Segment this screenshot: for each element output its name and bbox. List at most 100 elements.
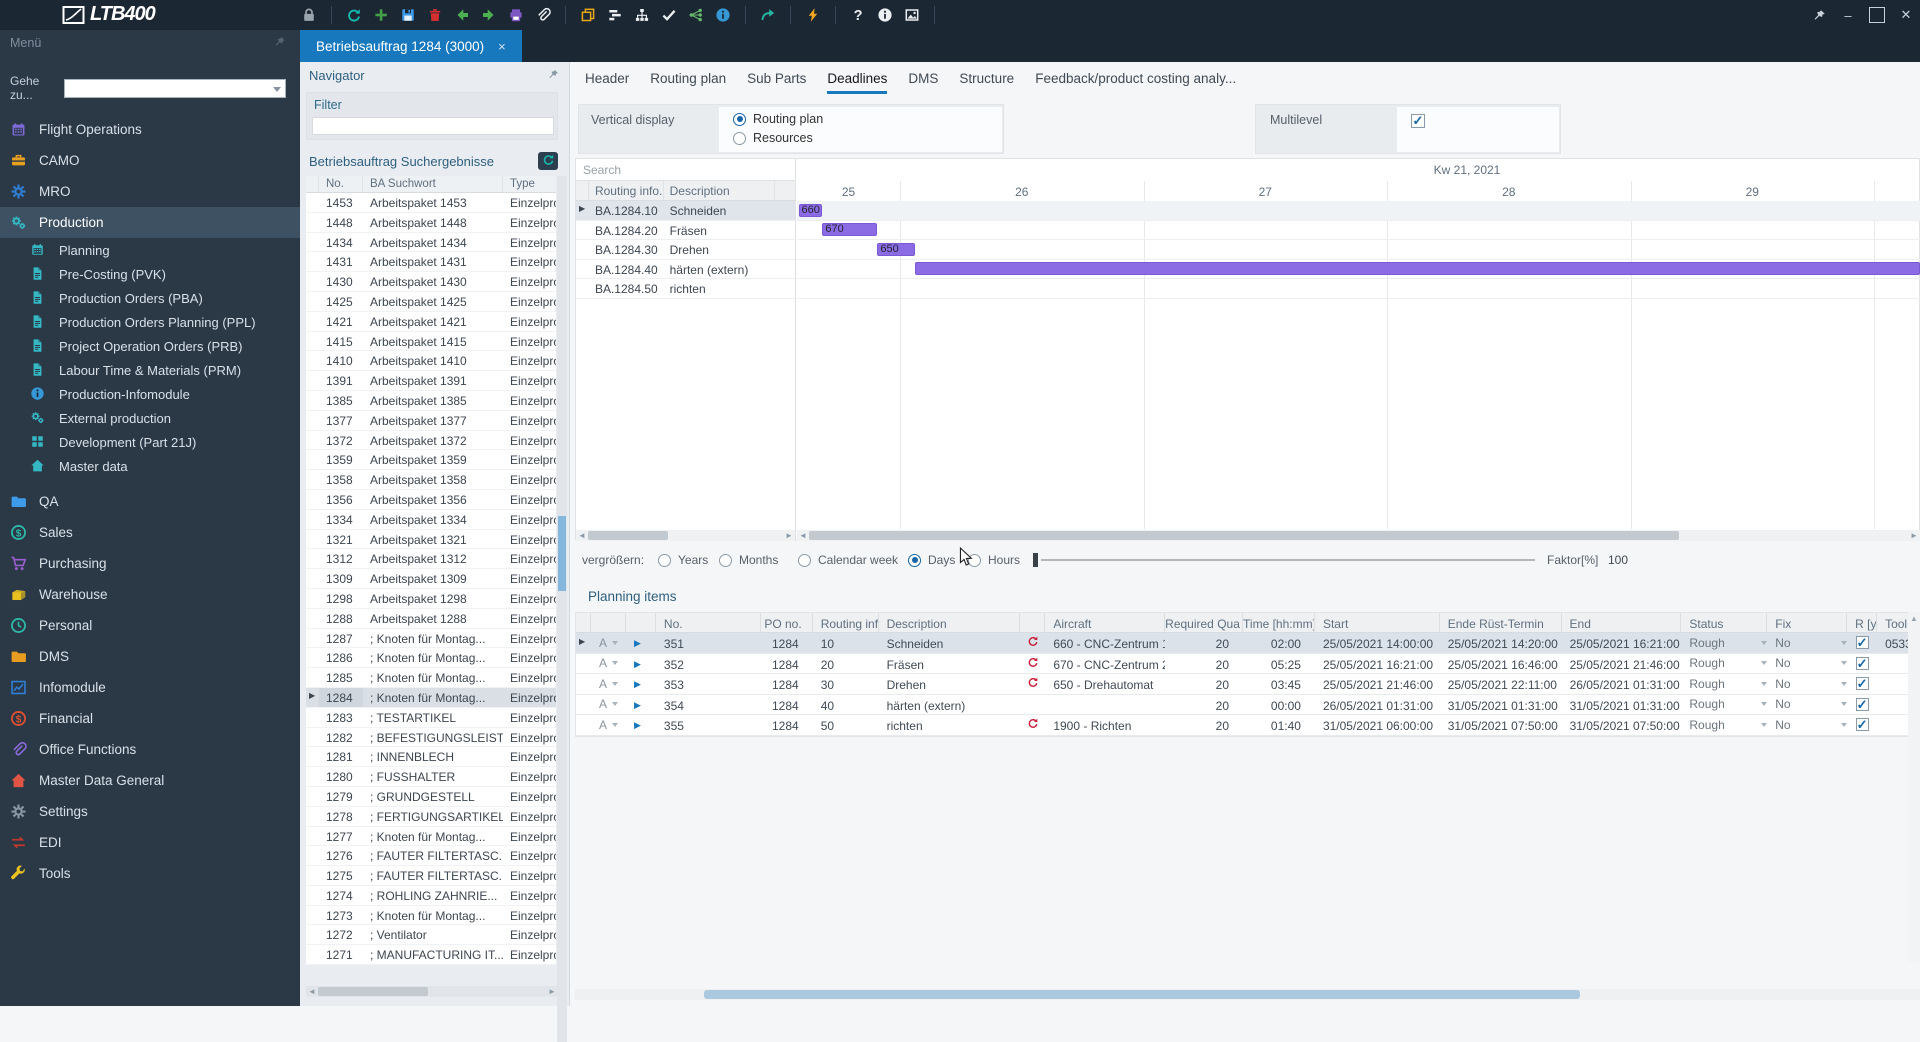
planning-column-header-po[interactable]: PO no. [761, 613, 813, 632]
info-icon[interactable] [714, 6, 732, 24]
result-row-1391[interactable]: 1391Arbeitspaket 1391Einzelproc [306, 371, 556, 391]
sidebar-item-pre-costing-pvk-[interactable]: Pre-Costing (PVK) [0, 262, 300, 286]
maximize-icon[interactable] [1869, 7, 1885, 23]
minimize-icon[interactable]: – [1840, 7, 1856, 23]
sidebar-item-settings[interactable]: Settings [0, 796, 300, 827]
results-column-header[interactable]: BA Suchwort [363, 176, 503, 192]
gantt-left-horizontal-scrollbar[interactable]: ◄ ► [576, 530, 795, 541]
fix-dropdown[interactable]: No [1767, 633, 1848, 653]
about-icon[interactable] [876, 6, 894, 24]
row-type-dropdown[interactable]: A [591, 715, 626, 735]
sidebar-item-planning[interactable]: Planning [0, 238, 300, 262]
sidebar-item-master-data[interactable]: Master data [0, 454, 300, 478]
sitemap-icon[interactable] [633, 6, 651, 24]
planning-column-header-routing[interactable]: Routing info. [813, 613, 879, 632]
result-row-1287[interactable]: 1287; Knoten für Montag...Einzelproc [306, 628, 556, 649]
result-row-1276[interactable]: 1276; FAUTER FILTERTASC...Einzelproc [306, 846, 556, 867]
scroll-left-icon[interactable]: ◄ [576, 531, 588, 540]
scroll-right-icon[interactable]: ► [1908, 531, 1920, 540]
sidebar-item-dms[interactable]: DMS [0, 641, 300, 672]
planning-column-header-qty[interactable]: Required Qua [1165, 613, 1244, 632]
status-dropdown[interactable]: Rough [1681, 654, 1768, 674]
result-row-1298[interactable]: 1298Arbeitspaket 1298Einzelproc [306, 588, 556, 609]
zoom-hours-radio[interactable] [968, 553, 981, 567]
description-column-header[interactable]: Description [664, 181, 776, 200]
forward-icon[interactable] [480, 6, 498, 24]
status-dropdown[interactable]: Rough [1681, 674, 1768, 694]
sidebar-item-development-part-21j-[interactable]: Development (Part 21J) [0, 430, 300, 454]
gantt-row-BA.1284.30[interactable]: BA.1284.30 Drehen [576, 240, 795, 260]
result-row-1425[interactable]: 1425Arbeitspaket 1425Einzelproc [306, 291, 556, 312]
print-icon[interactable] [507, 6, 525, 24]
planning-column-header-desc[interactable]: Description [879, 613, 1021, 632]
gantt-row-BA.1284.40[interactable]: BA.1284.40 härten (extern) [576, 260, 795, 279]
sidebar-item-mro[interactable]: MRO [0, 176, 300, 207]
zoom-years-radio[interactable] [658, 553, 671, 567]
gantt-bar-Schneiden[interactable]: 660 [798, 203, 823, 217]
result-row-1415[interactable]: 1415Arbeitspaket 1415Einzelproc [306, 331, 556, 352]
result-row-1275[interactable]: 1275; FAUTER FILTERTASC...Einzelproc [306, 866, 556, 886]
save-icon[interactable] [399, 6, 417, 24]
results-horizontal-scrollbar[interactable]: ◄ ► [306, 986, 558, 997]
help-icon[interactable]: ? [849, 6, 867, 24]
scroll-left-icon[interactable]: ◄ [306, 987, 318, 996]
planning-row-351[interactable]: ▶ A ▶ 351 1284 10 Schneiden 660 - CNC-Zentrum 1… [576, 633, 1919, 654]
zoom-slider-thumb[interactable] [1033, 553, 1038, 567]
sidebar-item-production[interactable]: Production [0, 207, 300, 238]
result-row-1277[interactable]: 1277; Knoten für Montag...Einzelproc [306, 826, 556, 847]
sidebar-item-flight-operations[interactable]: Flight Operations [0, 114, 300, 145]
resources-radio[interactable] [733, 131, 746, 145]
tab-dms[interactable]: DMS [908, 71, 938, 94]
planning-column-header-refresh[interactable] [1020, 613, 1046, 632]
multilevel-checkbox[interactable]: ✓ [1411, 114, 1425, 128]
results-refresh-button[interactable] [538, 152, 558, 170]
goto-combobox[interactable] [64, 78, 286, 98]
planning-column-header-time[interactable]: Time [hh:mm] [1243, 613, 1315, 632]
result-row-1356[interactable]: 1356Arbeitspaket 1356Einzelproc [306, 489, 556, 510]
planning-column-header-ruest[interactable]: Ende Rüst-Termin [1440, 613, 1562, 632]
result-row-1272[interactable]: 1272; VentilatorEinzelproc [306, 925, 556, 946]
sidebar-item-production-orders-planning-ppl-[interactable]: Production Orders Planning (PPL) [0, 310, 300, 334]
result-row-1278[interactable]: 1278; FERTIGUNGSARTIKELEinzelproc [306, 806, 556, 827]
add-icon[interactable] [372, 6, 390, 24]
scroll-right-icon[interactable]: ► [546, 987, 558, 996]
result-row-1281[interactable]: 1281; INNENBLECHEinzelproc [306, 747, 556, 768]
result-row-1285[interactable]: 1285; Knoten für Montag...Einzelproc [306, 668, 556, 688]
released-checkbox[interactable]: ✓ [1855, 677, 1869, 691]
sidebar-item-sales[interactable]: $ Sales [0, 517, 300, 548]
sidebar-item-production-infomodule[interactable]: Production-Infomodule [0, 382, 300, 406]
row-type-dropdown[interactable]: A [591, 633, 626, 653]
planning-column-header-start[interactable]: Start [1315, 613, 1440, 632]
row-type-dropdown[interactable]: A [591, 654, 626, 674]
gantt-row-BA.1284.50[interactable]: BA.1284.50 richten [576, 279, 795, 299]
redo-icon[interactable] [759, 6, 777, 24]
document-tab-betriebsauftrag[interactable]: Betriebsauftrag 1284 (3000) × [300, 30, 522, 62]
result-row-1421[interactable]: 1421Arbeitspaket 1421Einzelproc [306, 311, 556, 332]
sidebar-item-master-data-general[interactable]: Master Data General [0, 765, 300, 796]
factor-value[interactable]: 100 [1608, 553, 1628, 567]
menu-pin-icon[interactable] [274, 36, 286, 51]
tab-close-icon[interactable]: × [498, 39, 506, 54]
planning-row-353[interactable]: A ▶ 353 1284 30 Drehen 650 - Drehautomat 20 03:4… [576, 674, 1919, 695]
sidebar-item-financial[interactable]: $ Financial [0, 703, 300, 734]
planning-horizontal-scrollbar[interactable] [575, 989, 1920, 1000]
status-dropdown[interactable]: Rough [1681, 633, 1768, 653]
result-row-1434[interactable]: 1434Arbeitspaket 1434Einzelproc [306, 232, 556, 253]
tab-sub-parts[interactable]: Sub Parts [747, 71, 806, 94]
fix-dropdown[interactable]: No [1767, 654, 1848, 674]
sidebar-item-tools[interactable]: Tools [0, 858, 300, 889]
gantt-bar-Drehen[interactable]: 650 [877, 242, 916, 256]
pin-window-icon[interactable] [1811, 7, 1827, 23]
copy-icon[interactable] [579, 6, 597, 24]
planning-column-header-end[interactable]: End [1562, 613, 1682, 632]
gantt-row-BA.1284.10[interactable]: ▶ BA.1284.10 Schneiden [576, 201, 795, 221]
result-row-1453[interactable]: 1453Arbeitspaket 1453Einzelproc [306, 193, 556, 213]
sidebar-item-purchasing[interactable]: Purchasing [0, 548, 300, 579]
scroll-left-icon[interactable]: ◄ [797, 531, 809, 540]
results-column-header[interactable]: Type [503, 176, 556, 192]
gantt-horizontal-scrollbar[interactable]: ◄ ► [797, 530, 1920, 541]
planning-row-355[interactable]: A ▶ 355 1284 50 richten 1900 - Richten 20 01:40 3… [576, 715, 1919, 736]
sidebar-item-personal[interactable]: Personal [0, 610, 300, 641]
result-row-1448[interactable]: 1448Arbeitspaket 1448Einzelproc [306, 212, 556, 233]
status-dropdown[interactable]: Rough [1681, 695, 1768, 715]
